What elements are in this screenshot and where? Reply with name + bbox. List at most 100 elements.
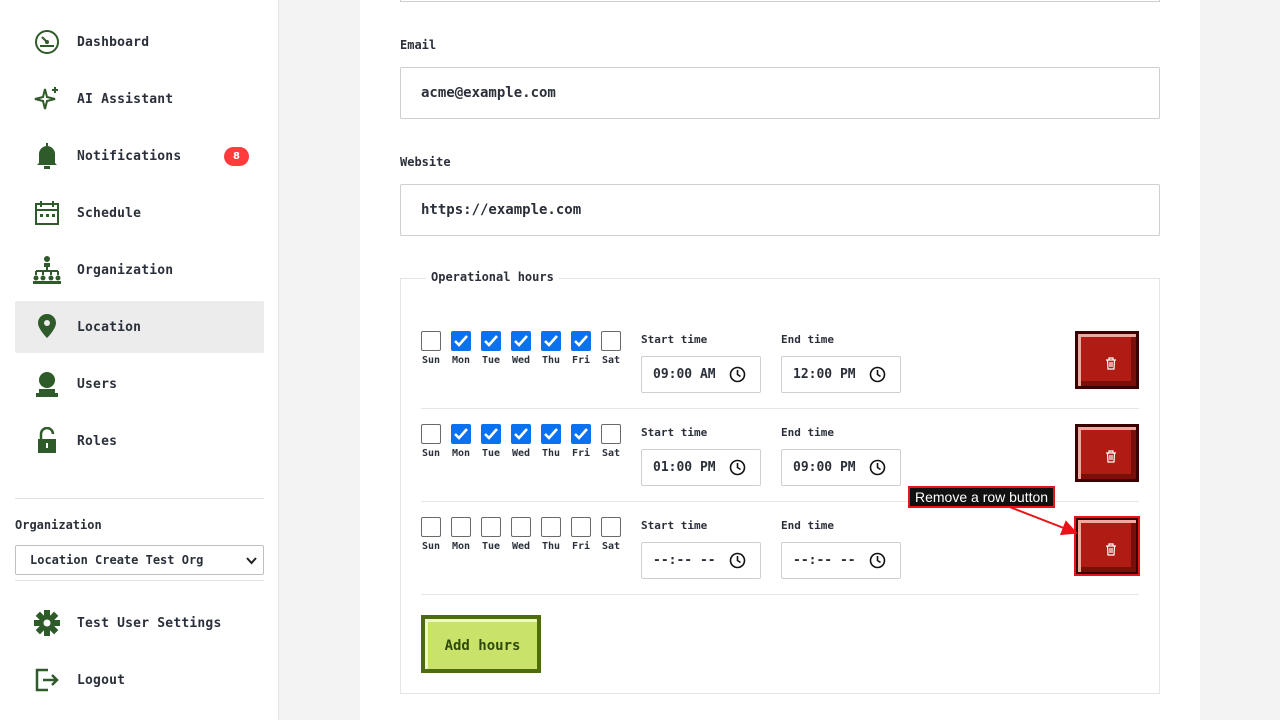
day-checkbox-sun[interactable]: Sun xyxy=(416,331,446,366)
email-field[interactable]: acme@example.com xyxy=(400,67,1160,119)
day-checkbox-wed[interactable]: Wed xyxy=(506,331,536,366)
day-checkbox-mon[interactable]: Mon xyxy=(446,424,476,459)
day-checkbox-thu[interactable]: Thu xyxy=(536,517,566,552)
day-label: Fri xyxy=(571,541,591,552)
start-time-label: Start time xyxy=(641,519,708,532)
day-checkbox-tue[interactable]: Tue xyxy=(476,424,506,459)
end-time-label: End time xyxy=(781,426,834,439)
remove-row-button[interactable] xyxy=(1075,331,1139,389)
sidebar-item-location[interactable]: Location xyxy=(15,301,264,353)
day-label: Sat xyxy=(601,448,621,459)
clock-icon[interactable] xyxy=(729,366,746,387)
checkbox[interactable] xyxy=(511,517,531,537)
trash-icon xyxy=(1105,448,1117,467)
checkmark-icon xyxy=(454,335,468,347)
checkbox[interactable] xyxy=(451,331,471,351)
start-time-value: --:-- -- xyxy=(653,553,716,568)
day-label: Thu xyxy=(541,541,561,552)
checkbox[interactable] xyxy=(511,331,531,351)
trash-icon xyxy=(1105,355,1117,374)
sidebar-item-schedule[interactable]: Schedule xyxy=(15,187,264,239)
sidebar-item-logout[interactable]: Logout xyxy=(15,654,264,706)
hours-row: Sun Mon Tue Wed Thu Fri Sat Start time 09:00 AM E… xyxy=(421,316,1139,409)
remove-row-button[interactable] xyxy=(1075,424,1139,482)
start-time-value: 09:00 AM xyxy=(653,367,716,382)
sidebar-item-roles[interactable]: Roles xyxy=(15,415,264,467)
checkbox[interactable] xyxy=(451,517,471,537)
checkbox[interactable] xyxy=(601,331,621,351)
checkbox[interactable] xyxy=(601,517,621,537)
day-checkbox-fri[interactable]: Fri xyxy=(566,424,596,459)
checkbox[interactable] xyxy=(571,331,591,351)
checkbox[interactable] xyxy=(481,424,501,444)
end-time-input[interactable]: 09:00 PM xyxy=(781,449,901,486)
checkbox[interactable] xyxy=(541,331,561,351)
day-checkbox-tue[interactable]: Tue xyxy=(476,331,506,366)
checkbox[interactable] xyxy=(481,517,501,537)
clock-icon[interactable] xyxy=(869,366,886,387)
day-checkbox-fri[interactable]: Fri xyxy=(566,517,596,552)
checkbox[interactable] xyxy=(481,331,501,351)
checkmark-icon xyxy=(454,428,468,440)
day-label: Thu xyxy=(541,355,561,366)
day-label: Wed xyxy=(511,541,531,552)
checkmark-icon xyxy=(514,335,528,347)
sidebar-item-organization[interactable]: Organization xyxy=(15,244,264,296)
add-hours-label: Add hours xyxy=(425,619,537,669)
day-checkbox-sat[interactable]: Sat xyxy=(596,331,626,366)
day-checkbox-mon[interactable]: Mon xyxy=(446,517,476,552)
day-checkbox-wed[interactable]: Wed xyxy=(506,424,536,459)
start-time-input[interactable]: --:-- -- xyxy=(641,542,761,579)
day-checkbox-sat[interactable]: Sat xyxy=(596,424,626,459)
checkbox[interactable] xyxy=(421,331,441,351)
sidebar-item-settings[interactable]: Test User Settings xyxy=(15,597,264,649)
clock-icon[interactable] xyxy=(869,552,886,573)
checkbox[interactable] xyxy=(601,424,621,444)
day-checkbox-tue[interactable]: Tue xyxy=(476,517,506,552)
end-time-input[interactable]: --:-- -- xyxy=(781,542,901,579)
clock-icon[interactable] xyxy=(869,459,886,480)
sidebar-item-ai-assistant[interactable]: AI Assistant xyxy=(15,73,264,125)
day-label: Sun xyxy=(421,448,441,459)
checkbox[interactable] xyxy=(421,424,441,444)
clock-icon[interactable] xyxy=(729,552,746,573)
organization-label: Organization xyxy=(15,518,102,532)
sidebar-item-users[interactable]: Users xyxy=(15,358,264,410)
checkbox[interactable] xyxy=(541,517,561,537)
website-label: Website xyxy=(400,155,451,169)
checkmark-icon xyxy=(544,428,558,440)
sidebar-item-label: Roles xyxy=(77,433,118,449)
checkbox[interactable] xyxy=(571,517,591,537)
end-time-input[interactable]: 12:00 PM xyxy=(781,356,901,393)
lock-icon xyxy=(31,425,63,457)
previous-input-edge[interactable] xyxy=(400,0,1160,2)
day-checkbox-fri[interactable]: Fri xyxy=(566,331,596,366)
add-hours-button[interactable]: Add hours xyxy=(421,615,541,673)
checkbox[interactable] xyxy=(541,424,561,444)
end-time-value: 12:00 PM xyxy=(793,367,856,382)
start-time-input[interactable]: 09:00 AM xyxy=(641,356,761,393)
day-checkbox-wed[interactable]: Wed xyxy=(506,517,536,552)
sidebar-item-dashboard[interactable]: Dashboard xyxy=(15,16,264,68)
sidebar-item-notifications[interactable]: Notifications 8 xyxy=(15,130,264,182)
start-time-input[interactable]: 01:00 PM xyxy=(641,449,761,486)
checkbox[interactable] xyxy=(511,424,531,444)
clock-icon[interactable] xyxy=(729,459,746,480)
organization-select[interactable]: Location Create Test Org xyxy=(15,545,264,575)
day-label: Sun xyxy=(421,355,441,366)
day-checkbox-thu[interactable]: Thu xyxy=(536,331,566,366)
day-label: Tue xyxy=(481,355,501,366)
website-field[interactable]: https://example.com xyxy=(400,184,1160,236)
day-checkbox-sun[interactable]: Sun xyxy=(416,517,446,552)
day-checkbox-thu[interactable]: Thu xyxy=(536,424,566,459)
checkbox[interactable] xyxy=(571,424,591,444)
sparkle-icon xyxy=(31,83,63,115)
end-time-label: End time xyxy=(781,333,834,346)
divider xyxy=(15,580,264,581)
checkbox[interactable] xyxy=(421,517,441,537)
day-checkbox-mon[interactable]: Mon xyxy=(446,331,476,366)
gear-icon xyxy=(31,607,63,639)
day-checkbox-sun[interactable]: Sun xyxy=(416,424,446,459)
checkbox[interactable] xyxy=(451,424,471,444)
day-checkbox-sat[interactable]: Sat xyxy=(596,517,626,552)
